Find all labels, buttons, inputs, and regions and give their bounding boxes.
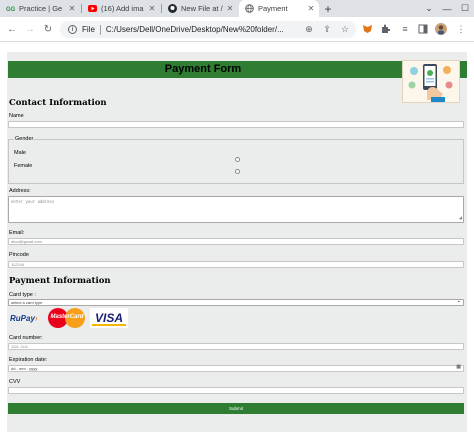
tab-practice[interactable]: GG Practice | Ge ✕ [0,0,80,17]
gender-female-radio[interactable] [235,169,240,174]
svg-text:GG: GG [6,7,15,12]
extensions-icon[interactable] [378,22,392,36]
gender-legend: Gender [14,136,35,142]
card-number-input[interactable]: 1111 1111 [8,343,464,350]
chevron-down-icon: ⌄ [456,298,461,304]
close-icon[interactable]: ✕ [225,4,235,13]
maximize-icon[interactable]: ☐ [456,0,474,17]
avatar[interactable] [434,22,448,36]
address-textarea[interactable]: enter your address ◢ [8,196,464,223]
pincode-label: Pincode [9,252,29,258]
new-tab-button[interactable]: + [321,0,335,17]
youtube-icon [88,4,97,13]
tab-payment[interactable]: Payment ✕ [239,0,319,17]
card-type-label: Card type : [9,292,36,298]
calendar-icon[interactable]: ▦ [456,365,461,370]
expiration-date-input[interactable]: dd - mm - yyyy ▦ [8,365,464,372]
card-number-label: Card number: [9,335,43,341]
mastercard-logo: MasterCard [48,308,86,328]
email-input[interactable]: abcd@gmail.com [8,238,464,245]
resize-handle-icon[interactable]: ◢ [459,215,462,221]
tab-title: New File at / [181,4,223,13]
pincode-input[interactable]: 112244 [8,261,464,268]
chevron-down-icon[interactable]: ⌄ [420,0,438,17]
expiration-label: Expiration date: [9,357,48,363]
github-icon [168,4,177,13]
close-icon[interactable]: ✕ [306,4,316,13]
bookmark-star-icon[interactable]: ☆ [338,22,352,36]
tab-youtube[interactable]: (16) Add ima ✕ [82,0,160,17]
gender-male-label: Male [14,150,26,156]
url-text: C:/Users/Dell/OneDrive/Desktop/New%20fol… [105,25,284,34]
payment-form: Payment Form Contact Information Name Ge… [7,52,467,432]
globe-icon [245,4,254,13]
form-header: Payment Form [8,61,467,78]
card-logos: Ru Pay › MasterCard VISA [10,308,128,328]
window-controls: ⌄ — ☐ [420,0,474,17]
cvv-label: CVV [9,379,21,385]
reload-icon[interactable]: ↻ [41,22,55,36]
browser-tab-bar: GG Practice | Ge ✕ (16) Add ima ✕ New Fi… [0,0,474,17]
gender-male-radio[interactable] [235,157,240,162]
back-arrow-icon[interactable]: ← [5,22,19,36]
metamask-icon[interactable] [360,22,374,36]
share-icon[interactable]: ⇪ [320,22,334,36]
browser-toolbar: ← → ↻ i File C:/Users/Dell/OneDrive/Desk… [0,17,474,42]
close-icon[interactable]: ✕ [147,4,157,13]
payment-illustration [402,60,460,103]
tab-title: (16) Add ima [101,4,144,13]
visa-logo: VISA [90,308,128,328]
payment-heading: Payment Information [9,276,111,286]
gfg-icon: GG [6,4,15,13]
queue-icon[interactable]: ≡ [398,22,412,36]
zoom-icon[interactable]: ⊕ [302,22,316,36]
name-label: Name [9,113,24,119]
page-title: Payment Form [164,63,242,75]
tab-title: Practice | Ge [19,4,63,13]
forward-arrow-icon[interactable]: → [23,22,37,36]
name-input[interactable] [8,121,464,128]
address-placeholder: enter your address [11,199,55,204]
card-type-select[interactable]: select a card type ⌄ [8,299,464,306]
divider [99,24,101,35]
cvv-input[interactable] [8,387,464,394]
email-placeholder: abcd@gmail.com [11,239,42,244]
minimize-icon[interactable]: — [438,0,456,17]
side-panel-icon[interactable] [416,22,430,36]
expiration-placeholder: dd - mm - yyyy [11,366,38,371]
pincode-placeholder: 112244 [11,262,25,267]
more-menu-icon[interactable]: ⋮ [454,22,468,36]
tab-github[interactable]: New File at / ✕ [162,0,238,17]
gender-fieldset: Gender Male Female [8,136,464,184]
contact-heading: Contact Information [9,98,107,108]
address-label: Address: [9,188,31,194]
close-icon[interactable]: ✕ [67,4,77,13]
tab-title: Payment [258,4,288,13]
url-scheme: File [82,25,95,34]
submit-button[interactable]: Submit [8,403,464,414]
card-type-value: select a card type [11,300,43,305]
gender-female-label: Female [14,163,33,169]
info-icon[interactable]: i [68,25,77,34]
page-content: Payment Form Contact Information Name Ge… [0,42,474,439]
card-number-placeholder: 1111 1111 [11,344,29,349]
rupay-logo: Ru Pay › [10,313,38,323]
email-label: Email: [9,230,25,236]
